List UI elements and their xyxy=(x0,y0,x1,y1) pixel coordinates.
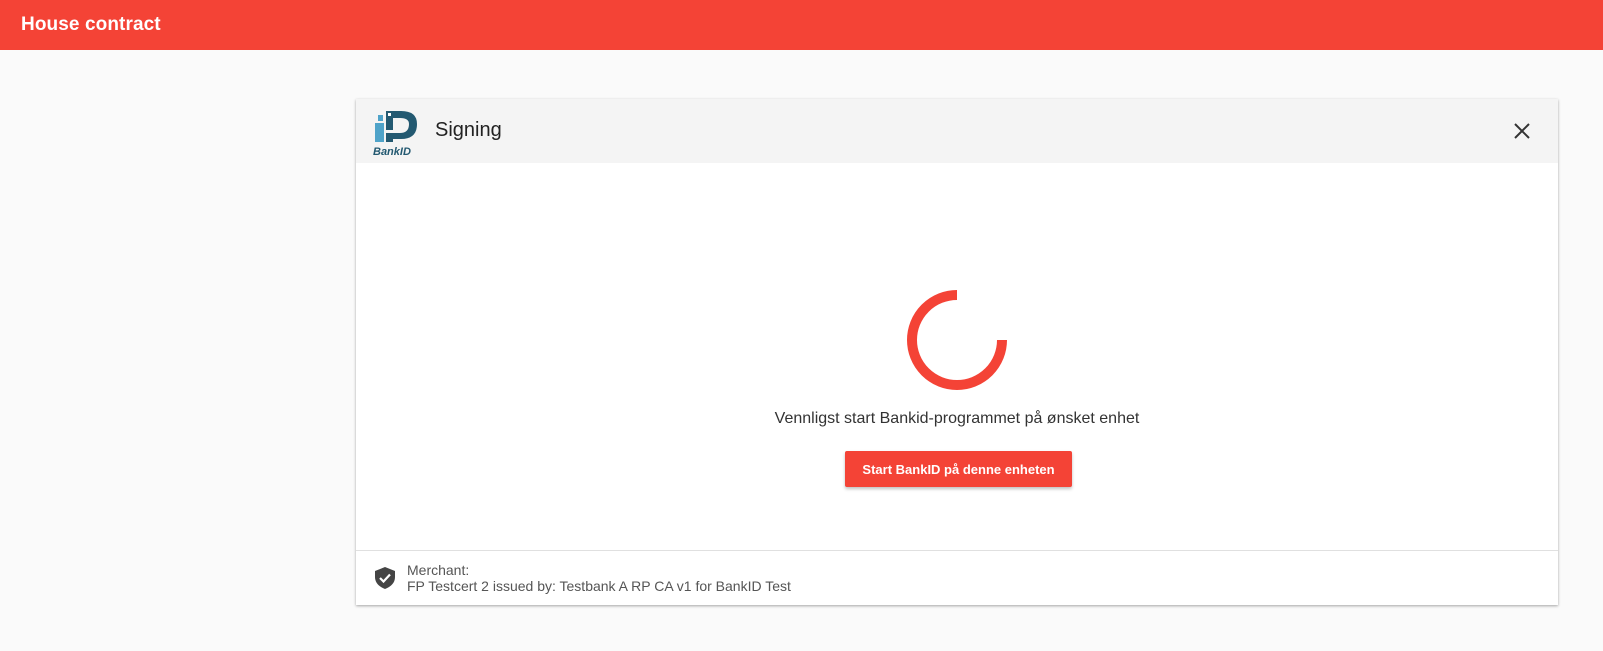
verified-shield-icon xyxy=(375,567,395,589)
bankid-logo-text: BankID xyxy=(373,146,411,157)
dialog-header: BankID Signing xyxy=(356,99,1558,163)
dialog-footer: Merchant: FP Testcert 2 issued by: Testb… xyxy=(356,550,1558,605)
app-title: House contract xyxy=(21,14,161,35)
dialog-title: Signing xyxy=(435,119,502,141)
bankid-logo-icon: BankID xyxy=(373,111,417,157)
signing-dialog: BankID Signing Vennligst start Bankid-pr… xyxy=(356,99,1558,605)
merchant-value: FP Testcert 2 issued by: Testbank A RP C… xyxy=(407,578,791,594)
status-message: Vennligst start Bankid-programmet på øns… xyxy=(774,410,1140,427)
close-button[interactable] xyxy=(1510,119,1534,143)
app-bar: House contract xyxy=(0,0,1603,50)
start-bankid-button[interactable]: Start BankID på denne enheten xyxy=(845,451,1072,487)
close-icon xyxy=(1514,123,1530,139)
loading-spinner-icon xyxy=(907,290,1007,390)
dialog-body: Vennligst start Bankid-programmet på øns… xyxy=(356,163,1558,550)
merchant-label: Merchant: xyxy=(407,562,470,578)
